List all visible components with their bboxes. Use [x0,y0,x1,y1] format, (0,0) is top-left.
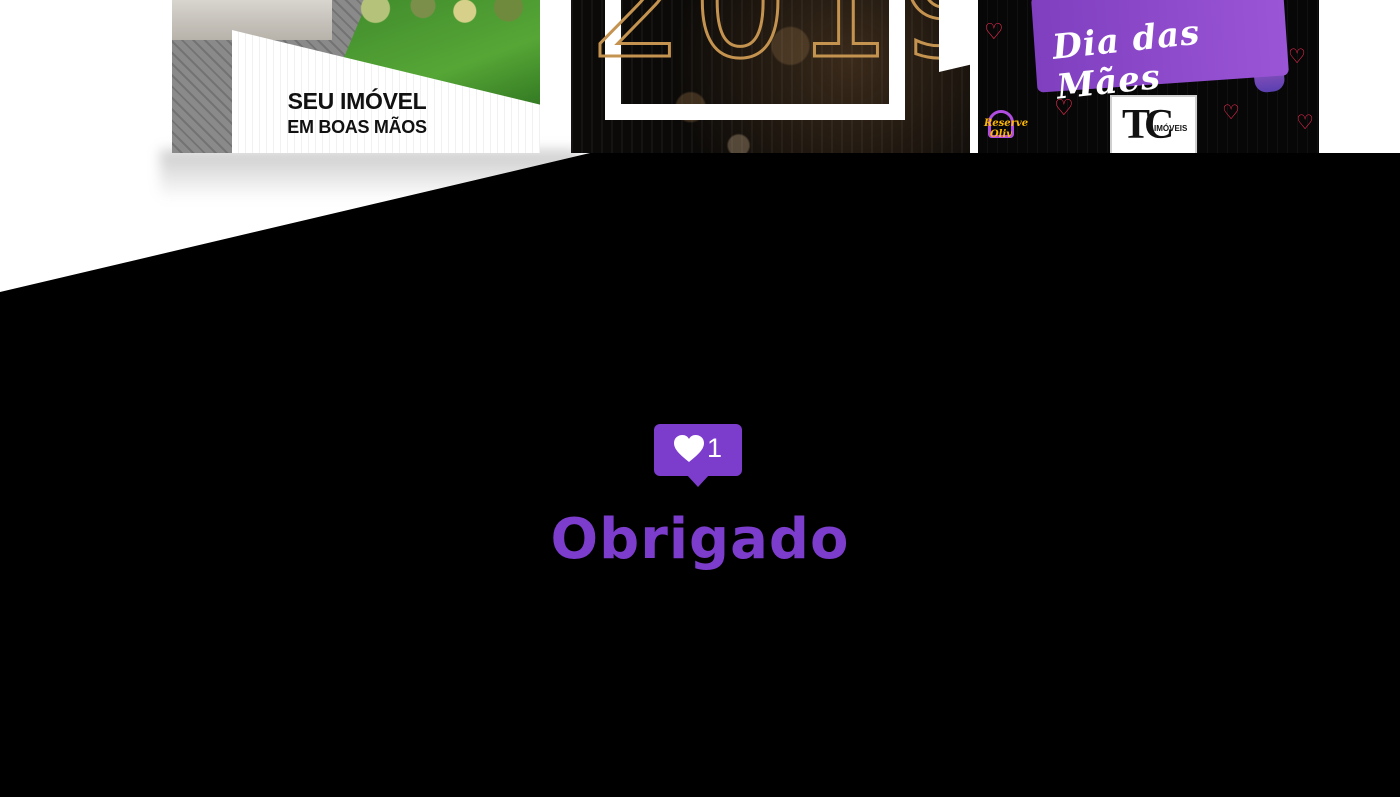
heart-outline-icon: ♡ [984,20,1004,45]
shrubs [347,0,537,28]
white-gap [939,0,970,72]
mothers-day-card: Dia das Mães ♡ ♡ ♡ ♡ ♡ Reserve Oliv TC I… [978,0,1319,153]
thank-you-message: Obrigado [550,507,850,572]
reserve-logo: Reserve Oliv [984,102,1029,142]
heart-icon [674,435,704,462]
new-year-card: 2019 [571,0,970,153]
headline-line2: EM BOAS MÃOS [287,117,427,137]
real-estate-card: SEU IMÓVEL EM BOAS MÃOS [172,0,540,153]
year-outline-text: 2019 [588,0,970,92]
house-wall [172,0,332,40]
like-notification-tail [686,474,710,487]
real-estate-headline: SEU IMÓVEL EM BOAS MÃOS [262,88,452,138]
heart-outline-icon: ♡ [1054,96,1074,121]
headline-line1: SEU IMÓVEL [287,88,427,114]
heart-outline-icon: ♡ [1296,110,1314,134]
heart-outline-icon: ♡ [1222,100,1240,124]
heart-outline-icon: ♡ [1288,44,1306,68]
reserve-logo-text: Reserve Oliv [984,118,1029,140]
like-count: 1 [707,433,723,463]
tc-logo-word: IMÓVEIS [1154,124,1188,133]
tc-imoveis-logo: TC IMÓVEIS [1110,95,1197,153]
